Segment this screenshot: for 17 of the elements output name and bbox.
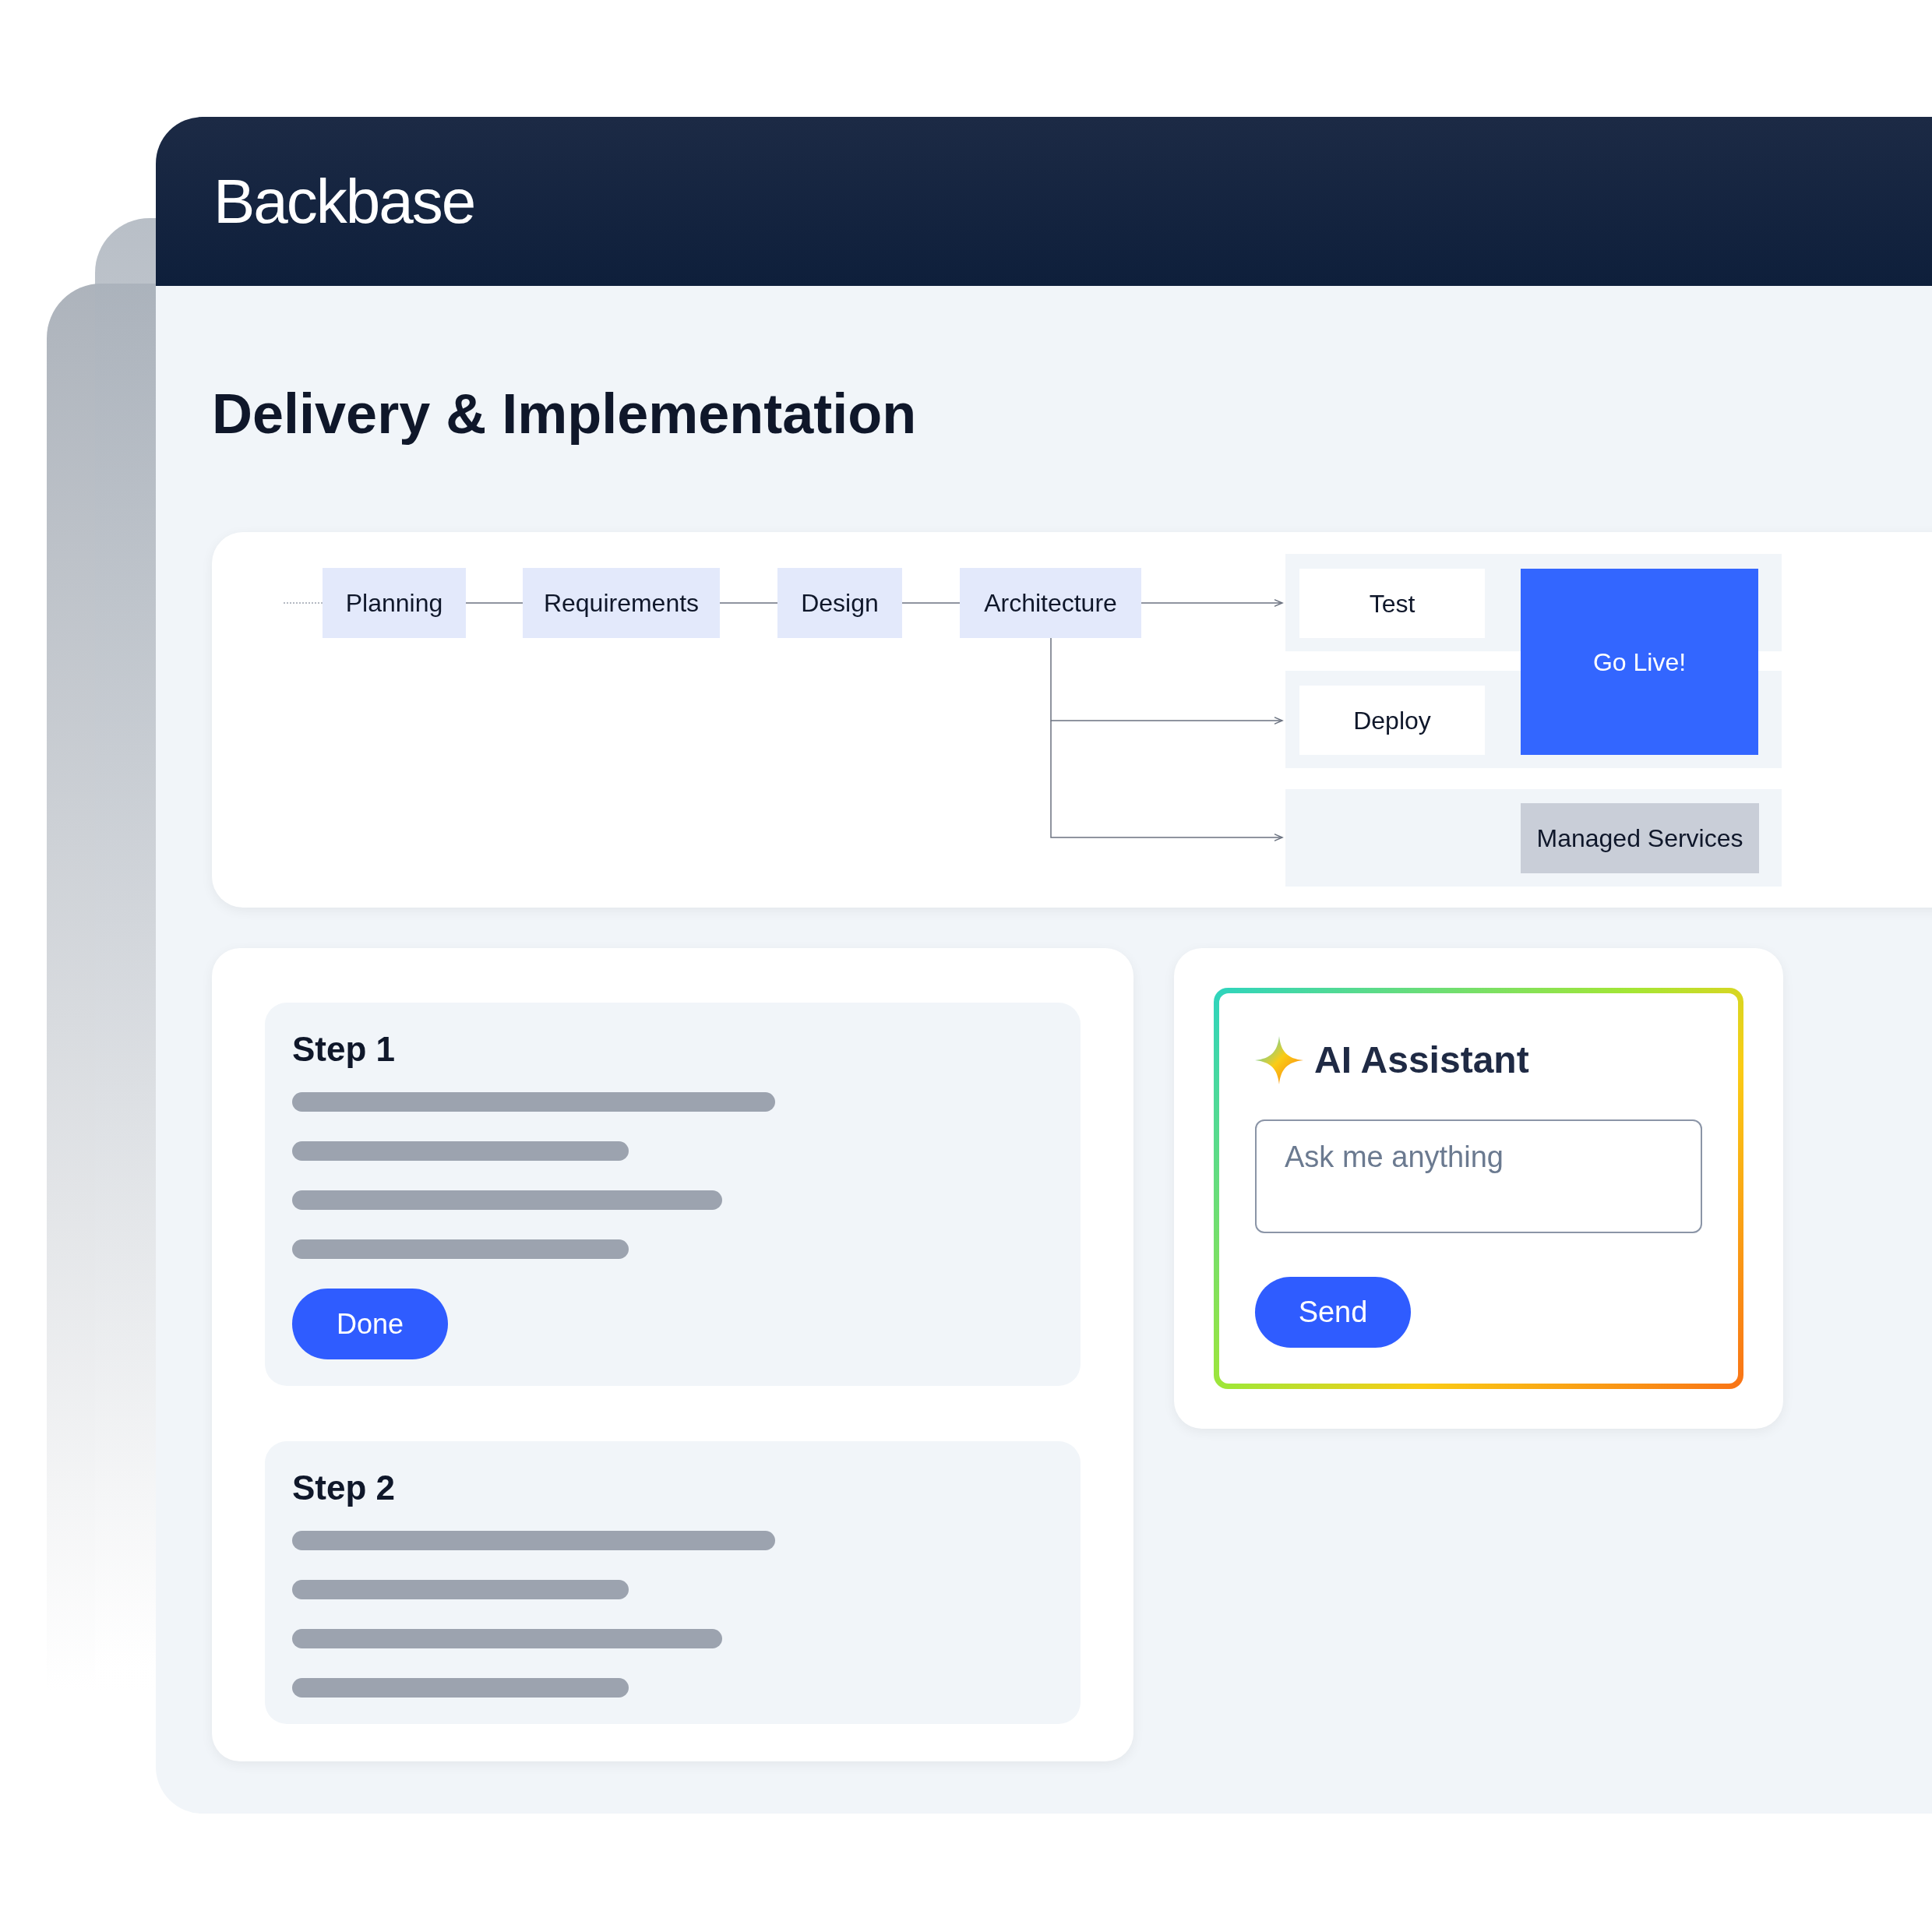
step-title: Step 2: [292, 1468, 397, 1508]
stage-node: Planning: [323, 568, 466, 638]
go-live-node: Go Live!: [1521, 569, 1758, 755]
stage-node: Architecture: [960, 568, 1141, 638]
done-button[interactable]: Done: [292, 1289, 448, 1359]
managed-services-node: Managed Services: [1521, 803, 1759, 873]
stage-node: Requirements: [523, 568, 720, 638]
step-title: Step 1: [292, 1029, 397, 1070]
stage-node: Design: [777, 568, 902, 638]
assistant-title: AI Assistant: [1314, 1038, 1529, 1082]
brand-logo: Backbase: [213, 165, 475, 238]
lane-node: Test: [1299, 569, 1485, 638]
sparkle-icon: [1255, 1036, 1303, 1084]
ask-input-field[interactable]: Ask me anything: [1255, 1119, 1702, 1233]
send-button[interactable]: Send: [1255, 1277, 1411, 1348]
connector-line: [283, 602, 323, 604]
lane-node: Deploy: [1299, 686, 1485, 755]
